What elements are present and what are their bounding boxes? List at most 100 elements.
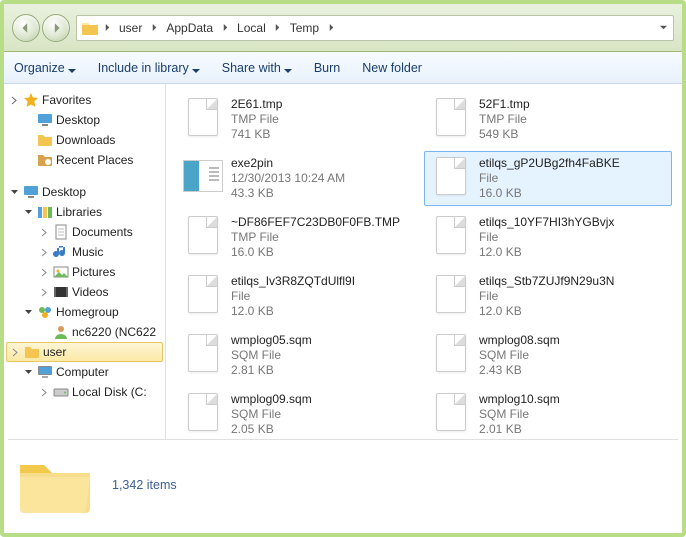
tree-item-libraries[interactable]: Libraries: [4, 202, 165, 222]
file-item[interactable]: 2E61.tmpTMP File741 KB: [176, 92, 424, 147]
tree-item-localdisk[interactable]: Local Disk (C:: [4, 382, 165, 402]
file-item[interactable]: exe2pin12/30/2013 10:24 AM43.3 KB: [176, 151, 424, 206]
file-type: TMP File: [479, 112, 530, 127]
file-type: File: [479, 171, 620, 186]
file-type: 12/30/2013 10:24 AM: [231, 171, 345, 186]
collapse-icon[interactable]: [22, 306, 34, 318]
tree-label: Desktop: [42, 185, 86, 199]
tree-label: Downloads: [56, 133, 115, 147]
file-icon: [431, 97, 471, 137]
tree-item-documents[interactable]: Documents: [4, 222, 165, 242]
tree-label: Homegroup: [56, 305, 119, 319]
file-item[interactable]: wmplog09.sqmSQM File2.05 KB: [176, 387, 424, 442]
tree-item-desktop-root[interactable]: Desktop: [4, 182, 165, 202]
file-item[interactable]: etilqs_gP2UBg2fh4FaBKEFile16.0 KB: [424, 151, 672, 206]
expand-icon[interactable]: [38, 266, 50, 278]
collapse-icon[interactable]: [22, 206, 34, 218]
file-item[interactable]: wmplog08.sqmSQM File2.43 KB: [424, 328, 672, 383]
tree-item-recent-places[interactable]: Recent Places: [4, 150, 165, 170]
navigation-bar: user AppData Local Temp: [4, 4, 682, 52]
tree-item-pictures[interactable]: Pictures: [4, 262, 165, 282]
tree-item-favorites[interactable]: Favorites: [4, 90, 165, 110]
file-icon: [431, 274, 471, 314]
file-name: wmplog09.sqm: [231, 392, 312, 407]
include-in-library-button[interactable]: Include in library: [98, 61, 200, 75]
chevron-right-icon[interactable]: [325, 22, 337, 34]
tree-label: Recent Places: [56, 153, 133, 167]
breadcrumb-segment[interactable]: user: [115, 19, 146, 37]
expand-icon[interactable]: [38, 226, 50, 238]
tree-item-computer[interactable]: Computer: [4, 362, 165, 382]
file-type: TMP File: [231, 112, 282, 127]
expand-icon[interactable]: [38, 286, 50, 298]
tree-label: Computer: [56, 365, 109, 379]
user-icon: [53, 324, 69, 340]
address-bar[interactable]: user AppData Local Temp: [76, 15, 674, 41]
file-item[interactable]: etilqs_Stb7ZUJf9N29u3NFile12.0 KB: [424, 269, 672, 324]
expand-icon[interactable]: [38, 386, 50, 398]
new-folder-label: New folder: [362, 61, 422, 75]
tree-item-user[interactable]: user: [6, 342, 163, 362]
chevron-right-icon[interactable]: [272, 22, 284, 34]
chevron-down-icon: [192, 64, 200, 72]
file-name: etilqs_Iv3R8ZQTdUlfl9I: [231, 274, 355, 289]
pictures-icon: [53, 264, 69, 280]
file-item[interactable]: etilqs_10YF7HI3hYGBvjxFile12.0 KB: [424, 210, 672, 265]
expand-icon[interactable]: [8, 94, 20, 106]
computer-icon: [37, 364, 53, 380]
breadcrumb-segment[interactable]: Local: [233, 19, 270, 37]
tree-item-videos[interactable]: Videos: [4, 282, 165, 302]
file-item[interactable]: wmplog05.sqmSQM File2.81 KB: [176, 328, 424, 383]
file-name: etilqs_gP2UBg2fh4FaBKE: [479, 156, 620, 171]
chevron-down-icon[interactable]: [657, 22, 669, 34]
file-type: SQM File: [479, 348, 560, 363]
expand-icon[interactable]: [38, 246, 50, 258]
file-item[interactable]: 52F1.tmpTMP File549 KB: [424, 92, 672, 147]
tree-item-homegroup[interactable]: Homegroup: [4, 302, 165, 322]
new-folder-button[interactable]: New folder: [362, 61, 422, 75]
app-thumb-icon: [183, 156, 223, 196]
organize-label: Organize: [14, 61, 65, 75]
breadcrumb-segment[interactable]: AppData: [162, 19, 217, 37]
tree-item-music[interactable]: Music: [4, 242, 165, 262]
file-size: 2.43 KB: [479, 363, 560, 378]
file-item[interactable]: wmplog10.sqmSQM File2.01 KB: [424, 387, 672, 442]
details-pane: 1,342 items: [8, 439, 678, 529]
file-type: File: [479, 289, 614, 304]
chevron-right-icon[interactable]: [148, 22, 160, 34]
file-icon: [183, 274, 223, 314]
file-type: SQM File: [231, 407, 312, 422]
file-name: wmplog08.sqm: [479, 333, 560, 348]
chevron-right-icon[interactable]: [101, 22, 113, 34]
file-size: 549 KB: [479, 127, 530, 142]
documents-icon: [53, 224, 69, 240]
file-item[interactable]: ~DF86FEF7C23DB0F0FB.TMPTMP File16.0 KB: [176, 210, 424, 265]
tree-label: user: [43, 345, 66, 359]
forward-button[interactable]: [42, 14, 70, 42]
collapse-icon[interactable]: [8, 186, 20, 198]
back-button[interactable]: [12, 14, 40, 42]
file-item[interactable]: etilqs_Iv3R8ZQTdUlfl9IFile12.0 KB: [176, 269, 424, 324]
file-name: wmplog05.sqm: [231, 333, 312, 348]
organize-button[interactable]: Organize: [14, 61, 76, 75]
chevron-down-icon: [68, 64, 76, 72]
tree-item-desktop[interactable]: Desktop: [4, 110, 165, 130]
share-with-button[interactable]: Share with: [222, 61, 292, 75]
expand-icon[interactable]: [9, 346, 21, 358]
tree-item-nc6220[interactable]: nc6220 (NC622: [4, 322, 165, 342]
share-label: Share with: [222, 61, 281, 75]
file-name: 52F1.tmp: [479, 97, 530, 112]
collapse-icon[interactable]: [22, 366, 34, 378]
file-name: etilqs_10YF7HI3hYGBvjx: [479, 215, 614, 230]
tree-item-downloads[interactable]: Downloads: [4, 130, 165, 150]
file-size: 2.05 KB: [231, 422, 312, 437]
recent-places-icon: [37, 152, 53, 168]
chevron-right-icon[interactable]: [219, 22, 231, 34]
file-type: TMP File: [231, 230, 400, 245]
music-icon: [53, 244, 69, 260]
breadcrumb-segment[interactable]: Temp: [286, 19, 323, 37]
burn-button[interactable]: Burn: [314, 61, 340, 75]
tree-label: Videos: [72, 285, 108, 299]
include-label: Include in library: [98, 61, 189, 75]
file-name: etilqs_Stb7ZUJf9N29u3N: [479, 274, 614, 289]
